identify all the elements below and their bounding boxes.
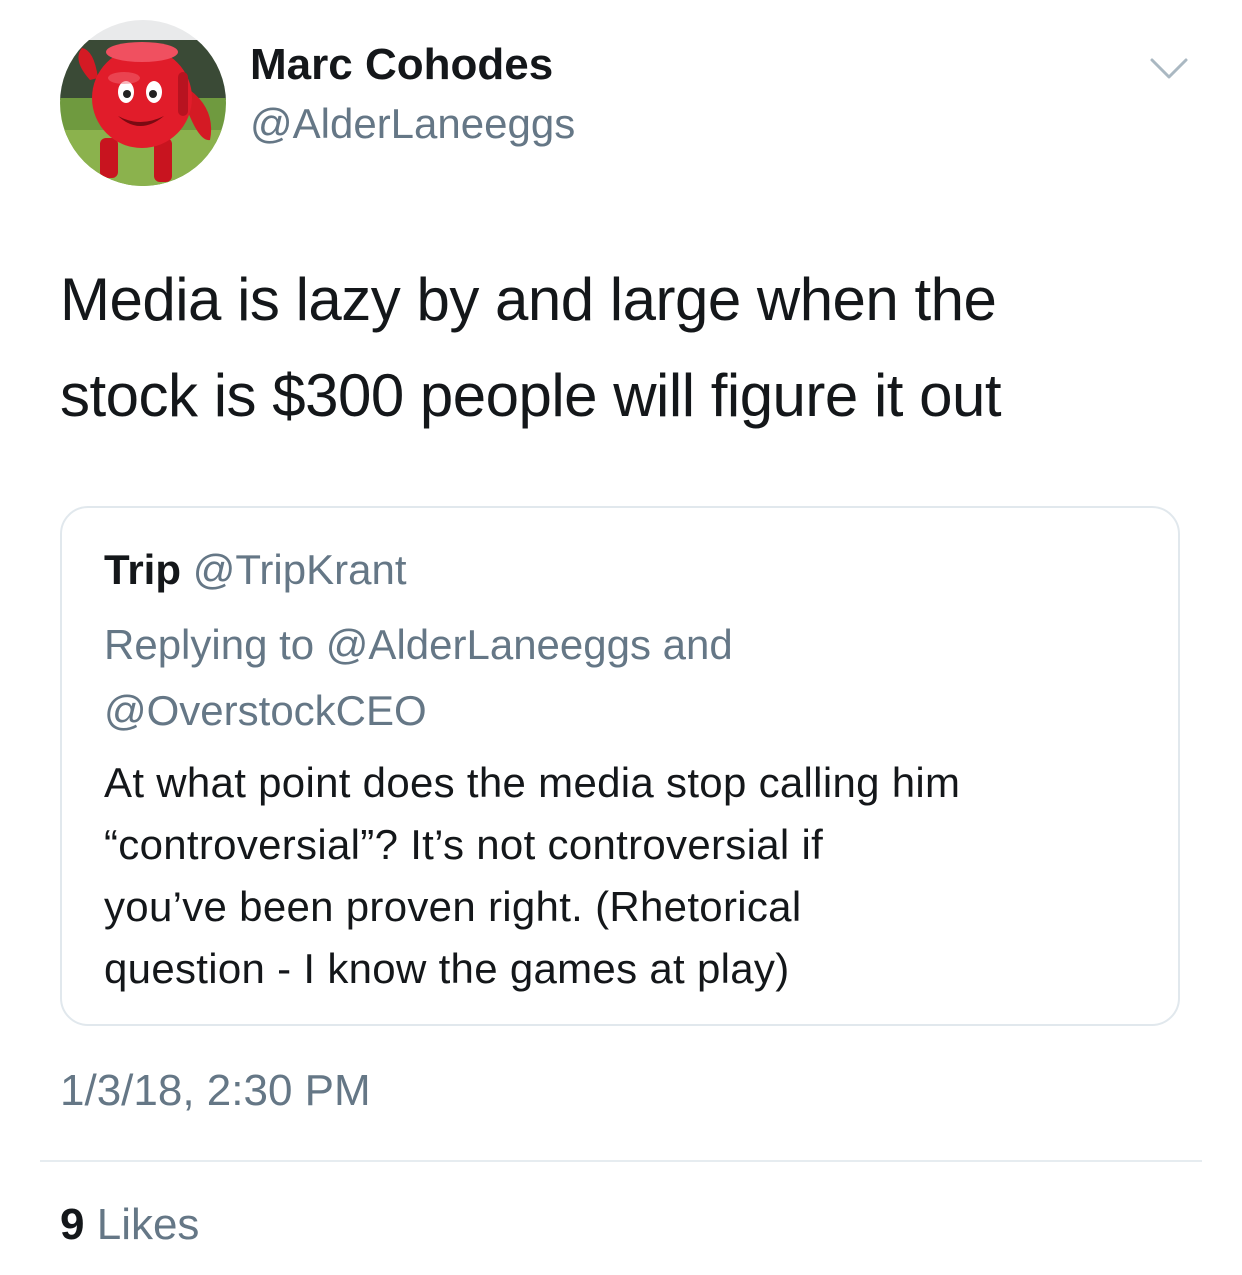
quoted-body-line: question - I know the games at play) [104, 945, 790, 992]
quoted-tweet-body: At what point does the media stop callin… [104, 752, 960, 1000]
replying-to: Replying to @AlderLaneeggs and @Overstoc… [104, 612, 733, 744]
likes-count: 9 [60, 1200, 85, 1249]
quoted-tweet-card[interactable]: Trip @TripKrant Replying to @AlderLaneeg… [60, 506, 1180, 1026]
chevron-down-icon[interactable] [1148, 54, 1190, 84]
author-handle[interactable]: @AlderLaneeggs [250, 100, 575, 148]
quoted-author-name: Trip [104, 546, 182, 593]
likes-summary[interactable]: 9 Likes [60, 1200, 199, 1250]
replying-to-line: Replying to @AlderLaneeggs and [104, 621, 733, 668]
quoted-body-line: “controversial”? It’s not controversial … [104, 821, 824, 868]
quoted-author-handle: @TripKrant [192, 546, 407, 593]
tweet-text-line: stock is $300 people will figure it out [60, 362, 1002, 429]
tweet-text-line: Media is lazy by and large when the [60, 266, 997, 333]
quoted-body-line: you’ve been proven right. (Rhetorical [104, 883, 802, 930]
tweet-text: Media is lazy by and large when the stoc… [60, 252, 1180, 444]
kool-aid-man-avatar [60, 20, 226, 186]
replying-to-line: @OverstockCEO [104, 687, 427, 734]
tweet-timestamp[interactable]: 1/3/18, 2:30 PM [60, 1066, 371, 1116]
quoted-body-line: At what point does the media stop callin… [104, 759, 961, 806]
quoted-tweet-header: Trip @TripKrant [104, 546, 406, 594]
likes-label: Likes [96, 1200, 200, 1249]
divider [40, 1160, 1202, 1162]
author-display-name[interactable]: Marc Cohodes [250, 40, 553, 90]
author-avatar[interactable] [60, 20, 226, 186]
